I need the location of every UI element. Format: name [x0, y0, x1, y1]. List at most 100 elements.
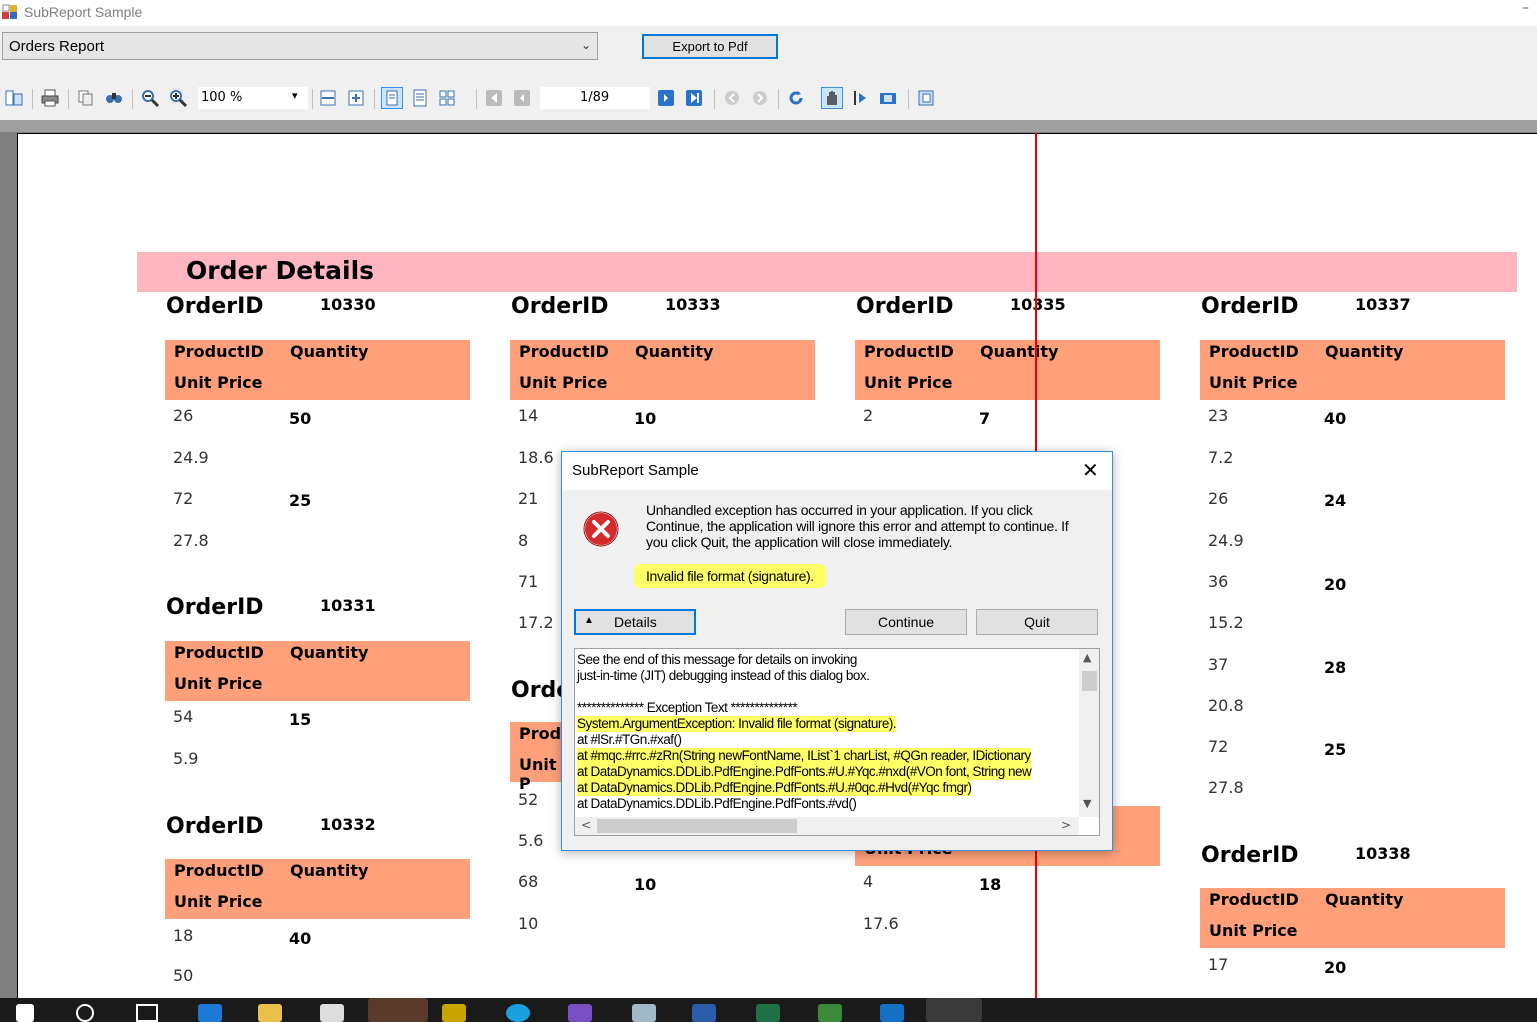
unitprice-cell: 50: [173, 966, 194, 985]
print-icon[interactable]: [40, 88, 60, 108]
toolbar-separator: [714, 89, 715, 109]
export-to-pdf-button[interactable]: Export to Pdf: [642, 34, 778, 59]
vertical-scrollbar[interactable]: ▲ ▼: [1079, 649, 1099, 817]
close-icon[interactable]: ✕: [1082, 458, 1099, 482]
unitprice-cell: 7.2: [1208, 448, 1234, 467]
toc-icon[interactable]: [4, 88, 24, 108]
minimize-button[interactable]: –: [1522, 0, 1529, 16]
productid-cell: 52: [518, 790, 539, 809]
file-explorer-icon[interactable]: [258, 1004, 282, 1022]
back-icon[interactable]: [722, 88, 742, 108]
orderid-value: 10337: [1355, 295, 1411, 314]
fit-width-icon[interactable]: [318, 88, 338, 108]
group-header: Produ Unit P: [510, 722, 572, 793]
productid-cell: 4: [863, 872, 874, 891]
details-textbox[interactable]: See the end of this message for details …: [574, 648, 1100, 836]
productid-header: ProductID: [519, 342, 609, 361]
zoom-in-icon[interactable]: [168, 88, 188, 108]
task-view-icon[interactable]: [136, 1004, 158, 1022]
last-page-icon[interactable]: [684, 88, 704, 108]
quit-button[interactable]: Quit: [976, 609, 1098, 635]
zoom-value: 100 %: [201, 90, 243, 105]
orderid-label: OrderID: [511, 294, 609, 319]
multi-page-icon[interactable]: [438, 88, 458, 108]
notepad-icon[interactable]: [632, 1004, 656, 1022]
report-select-value: Orders Report: [9, 38, 105, 55]
select-tool-icon[interactable]: [850, 88, 870, 108]
zoom-out-icon[interactable]: [140, 88, 160, 108]
visual-studio-icon[interactable]: [568, 1004, 592, 1022]
details-label: Details: [614, 614, 657, 630]
app-icon[interactable]: [442, 1004, 466, 1022]
unitprice-header: Unit Price: [174, 373, 263, 392]
outlook-icon[interactable]: [880, 1004, 904, 1022]
app-icon: [2, 4, 17, 19]
horizontal-scrollbar[interactable]: < >: [575, 817, 1079, 835]
productid-header: ProductID: [864, 342, 954, 361]
toolbar-separator: [68, 89, 69, 109]
copy-icon[interactable]: [76, 88, 96, 108]
orderid-value: 10332: [320, 815, 376, 834]
forward-icon[interactable]: [750, 88, 770, 108]
continue-button[interactable]: Continue: [845, 609, 967, 635]
first-page-icon[interactable]: [484, 88, 504, 108]
productid-cell: 21: [518, 489, 539, 508]
fit-page-icon[interactable]: [346, 88, 366, 108]
toolbar-separator: [32, 89, 33, 109]
productid-header: ProductID: [1209, 342, 1299, 361]
subreport-app-icon[interactable]: [926, 998, 982, 1022]
project-icon[interactable]: [818, 1004, 842, 1022]
dialog-title: SubReport Sample: [572, 462, 699, 479]
orderid-value: 10338: [1355, 844, 1411, 863]
single-page-icon[interactable]: [381, 87, 403, 109]
start-icon[interactable]: [16, 1004, 34, 1022]
page-number-input[interactable]: 1/89: [540, 87, 650, 109]
skype-icon[interactable]: [506, 1004, 530, 1022]
chrome-icon[interactable]: [368, 998, 428, 1022]
quantity-header: Quantity: [635, 342, 714, 361]
zoom-select[interactable]: 100 % ▾: [198, 87, 308, 109]
scroll-up-icon[interactable]: ▲: [1083, 651, 1091, 664]
unitprice-cell: 27.8: [173, 531, 209, 550]
scroll-down-icon[interactable]: ▼: [1083, 797, 1091, 810]
word-icon[interactable]: [692, 1004, 716, 1022]
unitprice-header: Unit Price: [1209, 373, 1298, 392]
edge-icon[interactable]: [198, 1004, 222, 1022]
window-title: SubReport Sample: [24, 4, 143, 20]
find-icon[interactable]: [104, 88, 124, 108]
galley-icon[interactable]: [916, 88, 936, 108]
store-icon[interactable]: [320, 1004, 344, 1022]
group-header: ProductID Quantity Unit Price: [1200, 340, 1505, 400]
prev-page-icon[interactable]: [512, 88, 532, 108]
scroll-thumb[interactable]: [597, 819, 797, 833]
unitprice-cell: 10: [518, 914, 539, 933]
viewer-top-border: [0, 120, 1537, 132]
chevron-up-icon: ▲: [584, 615, 594, 626]
hand-tool-icon[interactable]: [821, 87, 843, 109]
title-bar: SubReport Sample –: [0, 0, 1537, 26]
unitprice-cell: 24.9: [1208, 531, 1244, 550]
details-line: just-in-time (JIT) debugging instead of …: [577, 668, 870, 683]
scroll-thumb[interactable]: [1082, 671, 1097, 691]
toolbar-separator: [132, 89, 133, 109]
search-icon[interactable]: [76, 1004, 94, 1022]
unitprice-header: Unit Price: [174, 892, 263, 911]
chevron-down-icon[interactable]: ⌄: [581, 38, 591, 52]
refresh-icon[interactable]: [786, 88, 806, 108]
report-select[interactable]: Orders Report ⌄: [2, 32, 598, 60]
chevron-down-icon[interactable]: ▾: [292, 89, 298, 102]
quantity-cell: 20: [1324, 958, 1347, 977]
unitprice-cell: 18.6: [518, 448, 554, 467]
quantity-cell: 7: [979, 409, 991, 428]
next-page-icon[interactable]: [656, 88, 676, 108]
scroll-right-icon[interactable]: >: [1061, 818, 1071, 832]
continuous-icon[interactable]: [410, 88, 430, 108]
details-line: System.ArgumentException: Invalid file f…: [577, 716, 897, 732]
unitprice-header: Unit Price: [864, 373, 953, 392]
toolbar-separator: [908, 89, 909, 109]
excel-icon[interactable]: [756, 1004, 780, 1022]
details-line: at DataDynamics.DDLib.PdfEngine.PdfFonts…: [577, 764, 1032, 780]
snapshot-icon[interactable]: [878, 88, 898, 108]
scroll-left-icon[interactable]: <: [581, 818, 591, 832]
details-button[interactable]: ▲ Details: [574, 609, 696, 635]
